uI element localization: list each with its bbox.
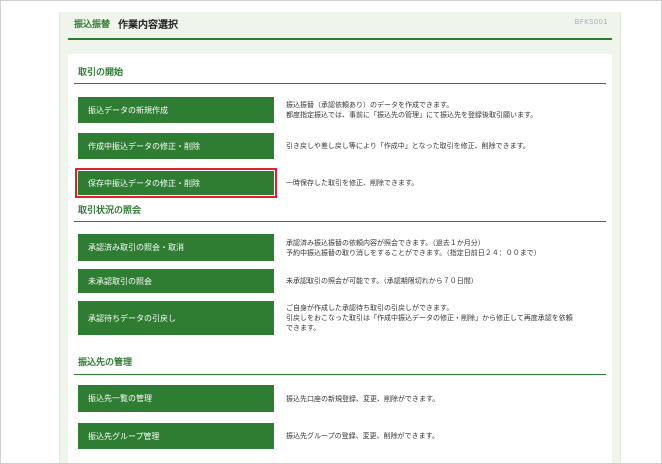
breadcrumb: 振込振替 [74,20,111,30]
description-line: できます。 [286,324,321,332]
section-title-inquiry: 取引状況の照会 [78,206,142,216]
menu-description: 一時保存した取引を修正、削除できます。 [286,171,604,195]
page-title: 作業内容選択 [118,20,178,31]
new-transfer-button[interactable]: 振込データの新規作成 [78,97,274,123]
description-line: 振込先口座の新規登録、変更、削除ができます。 [286,394,440,403]
screen-id: BFKS001 [574,18,608,26]
edit-draft-button[interactable]: 作成中振込データの修正・削除 [78,133,274,159]
description-line: 未承認取引の照会が可能です。（承認期限切れから７０日間） [286,277,478,285]
menu-description: ご自身が作成した承認待ち取引の引戻しができます。 引戻しをおこなった取引は「作成… [286,301,604,335]
section-title-payee: 振込先の管理 [78,358,133,368]
menu-description: 振込先グループの登録、変更、削除ができます。 [286,423,604,449]
description-line: 振込振替（承認依頼あり）のデータを作成できます。 [286,101,454,109]
payee-group-button[interactable]: 振込先グループ管理 [78,423,274,449]
description-line: ご自身が作成した承認待ち取引の引戻しができます。 [286,304,454,312]
menu-description: 振込先口座の新規登録、変更、削除ができます。 [286,385,604,412]
header-divider [68,38,612,40]
description-line: 予約中振込振替の取り消しをすることができます。（指定日前日２４：００まで） [286,248,541,257]
edit-saved-button[interactable]: 保存中振込データの修正・削除 [75,168,277,198]
payee-list-button[interactable]: 振込先一覧の管理 [78,385,274,412]
menu-panel: 取引の開始 振込データの新規作成 振込振替（承認依頼あり）のデータを作成できます… [68,54,612,463]
screenshot-frame: 振込振替 作業内容選択 BFKS001 取引の開始 振込データの新規作成 振込振… [0,0,662,464]
recall-pending-button[interactable]: 承認待ちデータの引戻し [78,301,274,335]
section-divider [74,83,606,84]
section-divider [74,221,606,222]
description-line: 都度指定振込では、事前に「振込先の管理」にて振込先を登録後取引願います。 [286,111,538,119]
page-header: 振込振替 作業内容選択 BFKS001 [60,12,620,36]
menu-description: 未承認取引の照会が可能です。（承認期限切れから７０日間） [286,269,604,293]
approved-inquiry-button[interactable]: 承認済み取引の照会・取消 [78,234,274,261]
description-line: 承認済み振込振替の依頼内容が照会できます。（過去１か月分） [286,238,485,247]
section-title-start: 取引の開始 [78,68,124,78]
description-line: 振込先グループの登録、変更、削除ができます。 [286,432,439,440]
description-line: 一時保存した取引を修正、削除できます。 [286,179,419,187]
description-line: 引戻しをおこなった取引は「作成中振込データの修正・削除」から修正して再度承認を依… [286,314,573,322]
menu-description: 振込振替（承認依頼あり）のデータを作成できます。 都度指定振込では、事前に「振込… [286,97,604,123]
description-line: 引き戻しや差し戻し等により「作成中」となった取引を修正、削除できます。 [286,142,530,150]
page: 振込振替 作業内容選択 BFKS001 取引の開始 振込データの新規作成 振込振… [59,12,621,463]
menu-description: 承認済み振込振替の依頼内容が照会できます。（過去１か月分） 予約中振込振替の取り… [286,234,604,261]
menu-description: 引き戻しや差し戻し等により「作成中」となった取引を修正、削除できます。 [286,133,604,159]
unapproved-inquiry-button[interactable]: 未承認取引の照会 [78,269,274,293]
section-divider [74,374,606,375]
